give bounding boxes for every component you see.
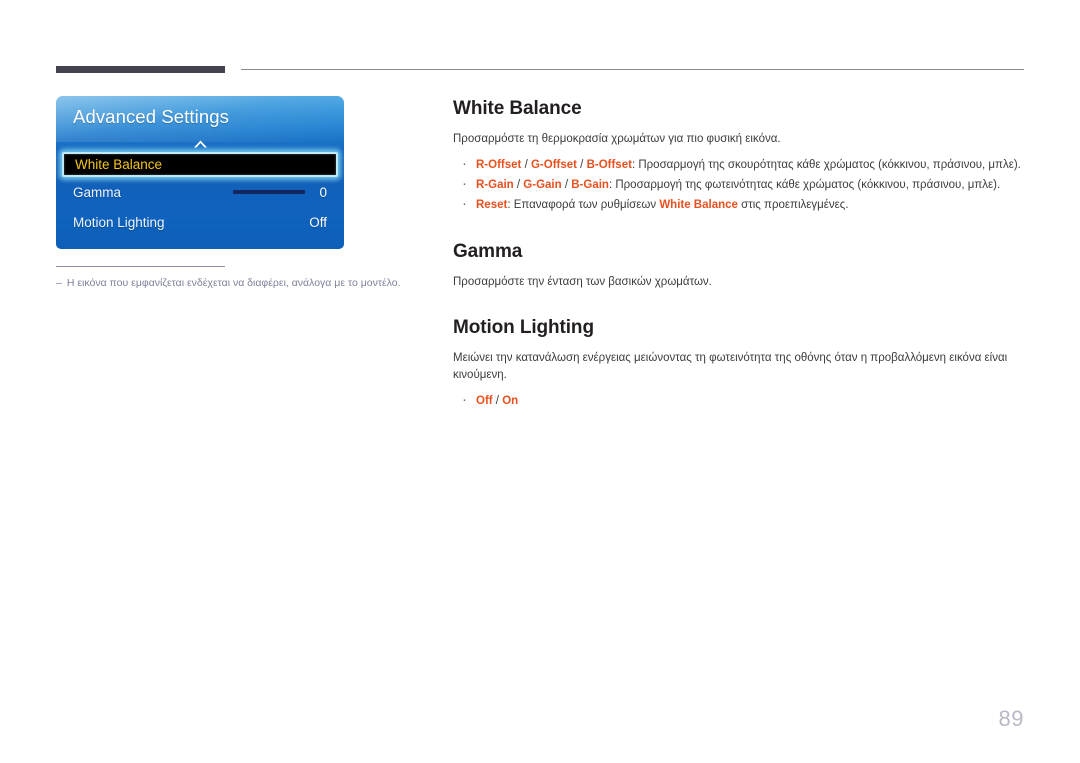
list-item: R-Offset / G-Offset / B-Offset: Προσαρμο…	[453, 154, 1028, 175]
option-keyword: Off	[476, 395, 493, 407]
osd-row-label: Motion Lighting	[73, 214, 165, 230]
osd-row-gamma[interactable]: Gamma 0	[56, 177, 344, 207]
option-keyword: R-Gain	[476, 179, 514, 191]
option-description: : Προσαρμογή της σκουρότητας κάθε χρώματ…	[631, 159, 1021, 171]
list-item: R-Gain / G-Gain / B-Gain: Προσαρμογή της…	[453, 174, 1028, 195]
osd-figure: Advanced Settings White Balance Gamma 0 …	[56, 96, 344, 249]
page-number: 89	[998, 706, 1024, 731]
section-title-motion-lighting: Motion Lighting	[453, 317, 594, 338]
osd-row-value: 0	[319, 184, 327, 200]
osd-row-motion-lighting[interactable]: Motion Lighting Off	[56, 207, 344, 237]
option-keyword: G-Offset	[530, 159, 577, 171]
slider-track	[233, 190, 306, 194]
figure-note-rule	[56, 266, 225, 267]
motion-lighting-option-list: Off / On	[453, 390, 1028, 411]
section-desc-motion-lighting: Μειώνει την κατανάλωση ενέργειας μειώνον…	[453, 352, 1008, 381]
osd-row-label: White Balance	[75, 157, 163, 172]
gamma-slider[interactable]: 0	[233, 185, 327, 200]
option-description: : Επαναφορά των ρυθμίσεων	[507, 199, 660, 211]
option-keyword: On	[502, 395, 519, 407]
white-balance-option-list: R-Offset / G-Offset / B-Offset: Προσαρμο…	[453, 154, 1028, 215]
note-dash: –	[56, 277, 62, 289]
figure-note: – Η εικόνα που εμφανίζεται ενδέχεται να δ…	[56, 276, 436, 290]
header-rule-thin	[241, 69, 1024, 70]
osd-panel-title: Advanced Settings	[73, 106, 229, 127]
osd-row-value: Off	[309, 214, 327, 230]
osd-row-list: White Balance Gamma 0 Motion Lighting Of…	[56, 152, 344, 237]
list-item: Reset: Επαναφορά των ρυθμίσεων White Bal…	[453, 194, 1028, 215]
osd-row-white-balance[interactable]: White Balance	[62, 152, 338, 177]
section-title-gamma: Gamma	[453, 241, 523, 262]
option-description: : Προσαρμογή της φωτεινότητας κάθε χρώμα…	[608, 179, 1001, 191]
option-keyword: Reset	[476, 199, 508, 211]
option-description-tail: στις προεπιλεγμένες.	[737, 199, 849, 211]
header-rule-thick	[56, 66, 225, 73]
option-keyword: R-Offset	[476, 159, 522, 171]
osd-row-label: Gamma	[73, 184, 122, 200]
section-desc-gamma: Προσαρμόστε την ένταση των βασικών χρωμά…	[453, 276, 712, 288]
section-title-white-balance: White Balance	[453, 98, 582, 119]
option-keyword: G-Gain	[523, 179, 562, 191]
option-keyword: B-Offset	[586, 159, 632, 171]
section-desc-white-balance: Προσαρμόστε τη θερμοκρασία χρωμάτων για …	[453, 133, 781, 145]
osd-panel: Advanced Settings White Balance Gamma 0 …	[56, 96, 344, 249]
note-text: Η εικόνα που εμφανίζεται ενδέχεται να δι…	[66, 277, 401, 289]
content-column: White Balance Προσαρμόστε τη θερμοκρασία…	[453, 98, 1028, 411]
list-item: Off / On	[453, 390, 1028, 411]
option-keyword: White Balance	[659, 199, 738, 211]
option-keyword: B-Gain	[571, 179, 609, 191]
